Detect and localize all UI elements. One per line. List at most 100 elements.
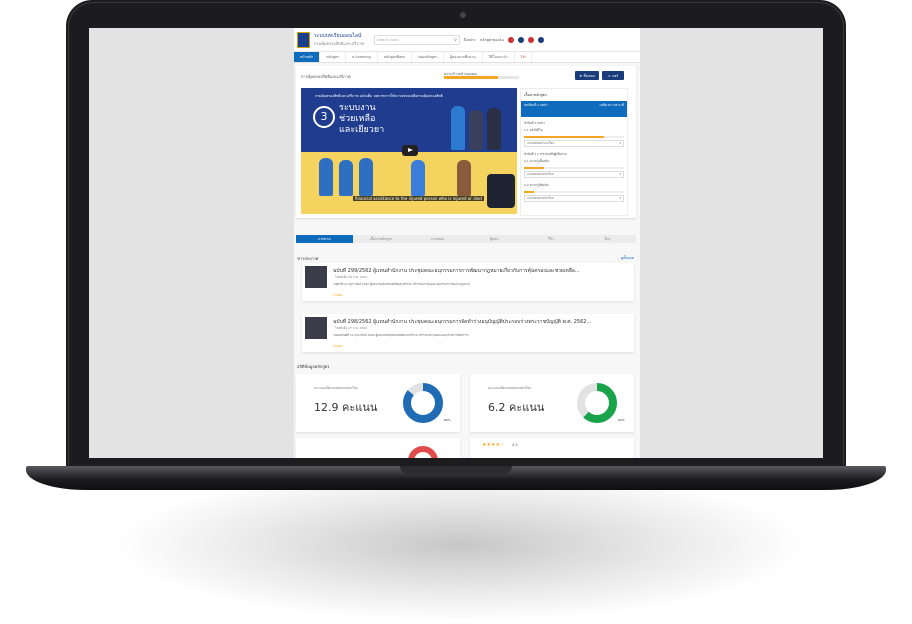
tab-other[interactable]: อื่นๆ	[579, 235, 636, 243]
lesson-test-select[interactable]: แบบทดสอบหลังเรียน ▾	[524, 171, 624, 178]
news-meta: โพสต์เมื่อ 27 ก.พ. 2562	[335, 326, 368, 330]
rating-stars-icon: ★★★★☆	[482, 442, 505, 448]
news-item[interactable]: ฉบับที่ 299/2562 ผู้แทนสำนักงาน ประชุมคณ…	[302, 263, 634, 301]
stat-value: 6.2 คะแนน	[488, 401, 545, 414]
device-shadow	[120, 470, 800, 620]
tab-contents[interactable]: เนื้อหาหลักสูตร	[353, 235, 410, 243]
news-title[interactable]: ฉบับที่ 298/2562 ผู้แทนสำนักงาน ประชุมคณ…	[333, 318, 591, 326]
illustration-person	[457, 160, 471, 196]
news-description: วันศุกร์ที่ 22 กุมภาพันธ์ 2562 ผู้แทนกรม…	[333, 282, 470, 286]
brand-subtitle: กรมคุ้มครองสิทธิและเสรีภาพ	[314, 41, 364, 46]
nav-tab-elearning[interactable]: e-Learning	[346, 52, 378, 62]
donut-chart	[577, 383, 617, 423]
tab-review[interactable]: รีวิว	[523, 235, 580, 243]
notification-icon[interactable]	[507, 36, 514, 43]
nav-tab-groups[interactable]: กลุ่มหลักสูตร	[412, 52, 445, 62]
lesson-test-select[interactable]: แบบทดสอบก่อนเรียน ▾	[524, 140, 624, 147]
camera-icon	[460, 12, 466, 18]
share-button[interactable]: < แชร์	[602, 71, 624, 80]
year-link[interactable]: ปีงบประ	[464, 37, 476, 43]
lesson-group-label: หัวข้อที่ 2 การช่วยเหลือผู้เสียหาย	[524, 152, 567, 156]
active-lesson-title: บทเรียนที่ 1 บทนำ	[524, 103, 548, 107]
lesson-group-label: หัวข้อที่ 1 บทนำ	[524, 121, 545, 125]
news-see-all-link[interactable]: ดูทั้งหมด	[621, 255, 634, 261]
news-title[interactable]: ฉบับที่ 299/2562 ผู้แทนสำนักงาน ประชุมคณ…	[333, 267, 580, 275]
chat-icon[interactable]	[517, 36, 524, 43]
contents-heading: เนื้อหาหลักสูตร	[524, 93, 547, 97]
illustration-person	[411, 160, 425, 196]
search-input[interactable]: Search topic ⚲	[373, 34, 460, 45]
news-read-more[interactable]: อ่านต่อ	[333, 344, 342, 349]
stat-card-pretest: คะแนนเฉลี่ยแบบทดสอบก่อนเรียน 12.9 คะแนน …	[296, 374, 460, 432]
stat-card-lower-left	[296, 438, 460, 458]
sign-language-interpreter	[487, 174, 515, 208]
video-chapter-number: 3	[313, 106, 335, 128]
share-icon: <	[607, 73, 611, 78]
news-item[interactable]: ฉบับที่ 298/2562 ผู้แทนสำนักงาน ประชุมคณ…	[302, 314, 634, 352]
search-icon[interactable]: ⚲	[454, 38, 457, 42]
tab-qa[interactable]: ถามตอบ	[409, 235, 466, 243]
lesson-test-value: แบบทดสอบหลังเรียน	[527, 196, 554, 200]
like-button[interactable]: ★ ชื่นชอบ	[575, 71, 599, 80]
stat-label: คะแนนเฉลี่ยแบบทดสอบก่อนเรียน	[314, 386, 358, 390]
lesson-item[interactable]: 2.1 ความรู้เบื้องต้น	[521, 158, 627, 165]
laptop-screen: ระบบบทเรียนออนไลน์ กรมคุ้มครองสิทธิและเส…	[89, 28, 823, 458]
nav-tab-special[interactable]: หลักสูตรพิเศษ	[378, 52, 412, 62]
laptop-notch	[400, 466, 512, 474]
lesson-test-select[interactable]: แบบทดสอบหลังเรียน ▾	[524, 195, 624, 202]
chevron-down-icon: ▾	[619, 172, 621, 176]
lesson-progress-fill	[524, 136, 604, 138]
video-headline: ระบบงาน ช่วยเหลือ และเยียวยา	[339, 103, 384, 136]
stat-value: 12.9 คะแนน	[314, 401, 378, 414]
site-logo[interactable]	[297, 31, 310, 48]
illustration-officer	[359, 158, 373, 196]
video-bottom-panel	[301, 152, 517, 214]
lesson-test-value: แบบทดสอบก่อนเรียน	[527, 141, 555, 145]
stat-card-rating: ★★★★☆ 4.5	[470, 438, 634, 458]
nav-tab-videos[interactable]: วีดีโอแนะนำ	[483, 52, 515, 62]
tab-instructor[interactable]: ผู้สอน	[466, 235, 523, 243]
illustration-officer	[319, 158, 333, 196]
stats-heading: สถิติข้อมูลหลักสูตร	[297, 364, 330, 369]
video-player[interactable]: กรมคุ้มครองสิทธิและเสรีภาพ ฉบับเต็ม บทบา…	[301, 88, 517, 214]
like-label: ชื่นชอบ	[583, 73, 595, 78]
tab-overview[interactable]: ภาพรวม	[296, 235, 353, 243]
stat-percent: 62%	[618, 418, 625, 422]
news-heading: ข่าวประกาศ	[297, 256, 319, 261]
course-contents-panel: เนื้อหาหลักสูตร บทเรียนที่ 1 บทนำ เหลือเ…	[520, 88, 628, 216]
illustration-officer	[339, 160, 353, 196]
active-lesson[interactable]: บทเรียนที่ 1 บทนำ เหลือเวลา 28 นาที	[521, 101, 627, 117]
video-title: กรมคุ้มครองสิทธิและเสรีภาพ ฉบับเต็ม บทบา…	[315, 94, 443, 98]
stat-card-posttest: คะแนนเฉลี่ยแบบทดสอบหลังเรียน 6.2 คะแนน 6…	[470, 374, 634, 432]
illustration-person	[487, 108, 501, 150]
news-thumbnail	[305, 266, 327, 288]
lesson-progress-bar	[524, 136, 624, 138]
lesson-item[interactable]: 1.1 คลิปวิดีโอ	[521, 127, 627, 134]
nav-tab-language[interactable]: TH	[515, 52, 533, 62]
profile-icon[interactable]	[537, 36, 544, 43]
main-nav: หน้าหลัก หลักสูตร e-Learning หลักสูตรพิเ…	[294, 52, 640, 63]
top-header: ระบบบทเรียนออนไลน์ กรมคุ้มครองสิทธิและเส…	[294, 28, 640, 52]
my-courses-link[interactable]: หลักสูตรของฉัน	[480, 37, 504, 43]
lesson-item[interactable]: 2.2 ความรู้เพิ่มเติม	[521, 182, 627, 189]
rating-value: 4.5	[512, 443, 518, 447]
course-progress-fill	[444, 76, 498, 79]
nav-tab-instructors[interactable]: ผู้สอนจากทีมงาน	[444, 52, 483, 62]
web-page: ระบบบทเรียนออนไลน์ กรมคุ้มครองสิทธิและเส…	[294, 28, 640, 458]
news-thumbnail	[305, 317, 327, 339]
video-headline-line2: ช่วยเหลือ	[339, 114, 376, 124]
search-placeholder: Search topic	[376, 37, 399, 42]
news-read-more[interactable]: อ่านต่อ	[333, 293, 342, 298]
nav-tab-courses[interactable]: หลักสูตร	[320, 52, 347, 62]
lesson-test-value: แบบทดสอบหลังเรียน	[527, 172, 554, 176]
star-icon: ★	[579, 73, 583, 78]
play-icon[interactable]	[402, 145, 418, 156]
message-icon[interactable]	[527, 36, 534, 43]
illustration-person	[451, 106, 465, 150]
lesson-progress-bar	[524, 191, 624, 193]
nav-tab-home[interactable]: หน้าหลัก	[294, 52, 321, 62]
course-tabs: ภาพรวม เนื้อหาหลักสูตร ถามตอบ ผู้สอน รีว…	[296, 235, 636, 243]
donut-chart	[408, 446, 438, 458]
lesson-progress-fill	[524, 191, 534, 193]
course-progress-bar	[444, 76, 519, 79]
